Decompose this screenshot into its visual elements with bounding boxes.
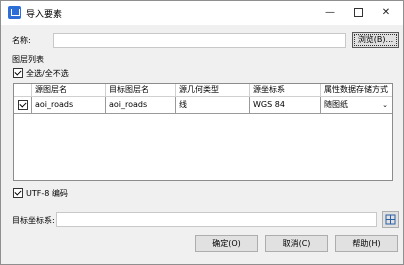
header-source-layer: 源图层名 — [32, 84, 106, 96]
import-features-dialog: 导入要素 — ✕ 名称: 浏览(B)... 图层列表 全选/全不选 源图层名 目… — [0, 0, 404, 265]
select-all-label: 全选/全不选 — [26, 69, 69, 78]
row-checkbox-cell — [14, 97, 32, 113]
table-row[interactable]: aoi_roads aoi_roads 线 WGS 84 随图纸 ⌄ — [14, 97, 392, 114]
target-crs-label: 目标坐标系: — [12, 216, 55, 225]
maximize-button[interactable] — [347, 3, 369, 22]
app-icon — [8, 6, 21, 19]
row-checkbox[interactable] — [18, 100, 28, 110]
table-header: 源图层名 目标图层名 源几何类型 源坐标系 属性数据存储方式 — [14, 84, 392, 97]
window-title: 导入要素 — [26, 10, 63, 20]
minimize-button[interactable]: — — [319, 3, 341, 22]
utf8-checkbox[interactable] — [13, 188, 23, 198]
name-label: 名称: — [12, 36, 31, 45]
source-crs-cell: WGS 84 — [250, 97, 321, 113]
browse-button[interactable]: 浏览(B)... — [352, 32, 399, 48]
select-all-checkbox[interactable] — [13, 68, 23, 78]
layer-list-title: 图层列表 — [12, 55, 44, 64]
geometry-type-cell: 线 — [176, 97, 250, 113]
header-source-crs: 源坐标系 — [250, 84, 321, 96]
header-geometry-type: 源几何类型 — [176, 84, 250, 96]
target-crs-input[interactable] — [56, 212, 377, 227]
chevron-down-icon: ⌄ — [382, 101, 388, 109]
attribute-storage-value: 随图纸 — [324, 100, 348, 109]
ok-button[interactable]: 确定(O) — [195, 235, 258, 252]
title-bar[interactable]: 导入要素 — ✕ — [1, 1, 403, 25]
help-button[interactable]: 帮助(H) — [335, 235, 398, 252]
globe-grid-icon — [385, 214, 396, 225]
attribute-storage-select[interactable]: 随图纸 ⌄ — [321, 97, 392, 113]
name-input[interactable] — [53, 33, 346, 48]
maximize-icon — [353, 7, 363, 17]
target-layer-cell[interactable]: aoi_roads — [106, 97, 176, 113]
source-layer-cell: aoi_roads — [32, 97, 106, 113]
crs-picker-button[interactable] — [382, 211, 399, 228]
header-target-layer: 目标图层名 — [106, 84, 176, 96]
utf8-label: UTF-8 编码 — [26, 189, 68, 198]
header-attribute-storage: 属性数据存储方式 — [324, 85, 388, 94]
header-checkbox-col — [14, 84, 32, 96]
cancel-button[interactable]: 取消(C) — [265, 235, 328, 252]
layer-table: 源图层名 目标图层名 源几何类型 源坐标系 属性数据存储方式 aoi_roads… — [13, 83, 393, 181]
close-button[interactable]: ✕ — [375, 3, 397, 22]
